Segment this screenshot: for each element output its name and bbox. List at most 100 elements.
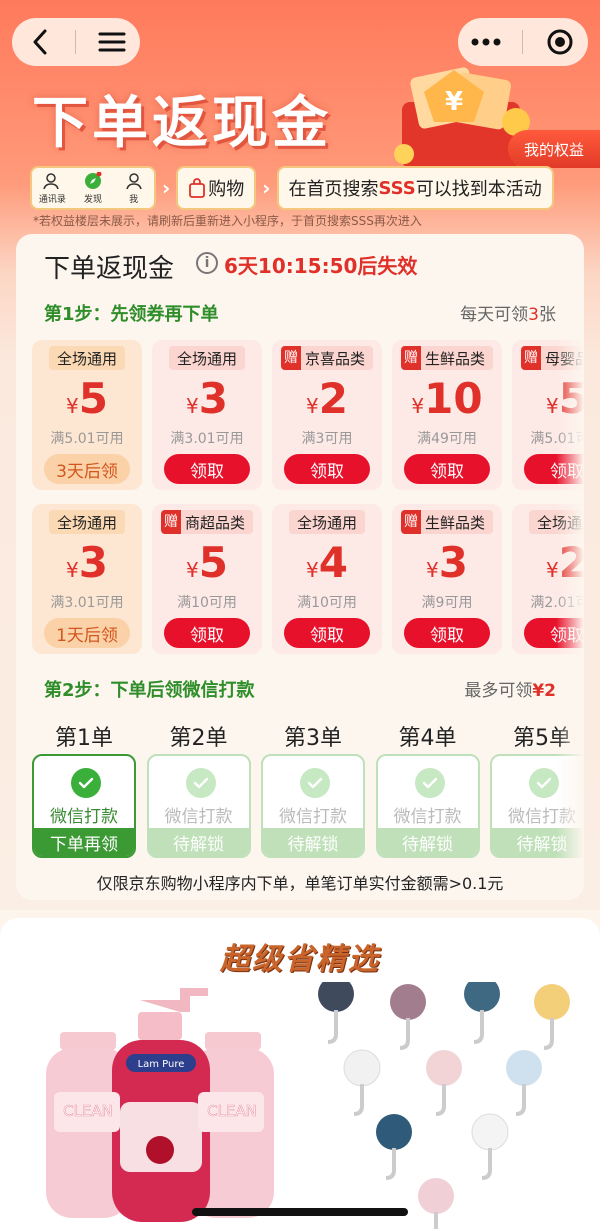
chevron-left-icon[interactable] bbox=[20, 22, 60, 62]
product-brand-left: CLEAN bbox=[63, 1102, 113, 1120]
claim-coupon-button[interactable]: 领取 bbox=[164, 454, 250, 484]
order-step: 第4单微信打款 待解锁 bbox=[375, 720, 480, 858]
more-dots-icon[interactable] bbox=[466, 22, 506, 62]
discover-tab: 发现 bbox=[73, 171, 114, 205]
wechat-pay-icon bbox=[71, 768, 101, 798]
coupon-condition: 满9可用 bbox=[421, 595, 473, 611]
step1-label: 第1步：先领券再下单 bbox=[44, 304, 219, 325]
coupon-value: 3 bbox=[198, 374, 228, 423]
coupon-condition: 满10可用 bbox=[177, 595, 237, 611]
currency-symbol: ¥ bbox=[306, 558, 319, 582]
wechat-payout-box[interactable]: 微信打款 待解锁 bbox=[261, 754, 365, 858]
payout-name: 微信打款 bbox=[50, 807, 118, 827]
coupon-category-tag: 赠京喜品类 bbox=[280, 346, 374, 370]
cashback-card: 下单返现金 i 6天10:15:50后失效 第1步：先领券再下单 每天可领3张 … bbox=[16, 234, 584, 900]
claim-coupon-button[interactable]: 3天后领 bbox=[44, 454, 130, 484]
hook-purple bbox=[390, 984, 426, 1050]
wechat-payout-box[interactable]: 微信打款 下单再领 bbox=[32, 754, 136, 858]
my-benefits-button[interactable]: 我的权益 bbox=[508, 130, 600, 168]
coupon-category: 全场通用 bbox=[56, 513, 118, 532]
coupon-category-tag: 全场通用 bbox=[48, 346, 126, 370]
gift-badge: 赠 bbox=[400, 346, 421, 370]
coupon-condition: 满3.01可用 bbox=[50, 595, 124, 611]
coupon-category: 生鲜品类 bbox=[424, 349, 486, 368]
person-icon bbox=[125, 172, 142, 189]
coupon-amount: ¥10 bbox=[392, 374, 502, 423]
wechat-payout-box[interactable]: 微信打款 待解锁 bbox=[375, 754, 480, 858]
hook-white-2 bbox=[471, 1113, 509, 1180]
coupon-card: 全场通用 ¥3 满3.01可用 1天后领 bbox=[32, 504, 142, 654]
currency-symbol: ¥ bbox=[66, 558, 79, 582]
gift-badge: 赠 bbox=[160, 510, 181, 534]
payout-status: 下单再领 bbox=[34, 828, 134, 856]
product-brand-center: Lam Pure bbox=[138, 1059, 185, 1070]
coupon-category: 全场通用 bbox=[56, 349, 118, 368]
gift-badge: 赠 bbox=[280, 346, 301, 370]
chevron-right-icon: › bbox=[262, 176, 271, 200]
hook-light-blue bbox=[506, 1050, 542, 1116]
order-number: 第4单 bbox=[398, 726, 457, 751]
coupon-category: 商超品类 bbox=[184, 513, 246, 532]
svg-text:¥: ¥ bbox=[445, 87, 463, 117]
target-close-icon[interactable] bbox=[540, 22, 580, 62]
coupon-category-tag: 赠生鲜品类 bbox=[400, 510, 494, 534]
order-step: 第1单微信打款 下单再领 bbox=[32, 720, 136, 858]
search-tip-suffix: 可以找到本活动 bbox=[415, 179, 542, 200]
order-number: 第1单 bbox=[55, 726, 113, 751]
contacts-tab: 通讯录 bbox=[32, 172, 73, 205]
coupon-amount: ¥3 bbox=[392, 538, 502, 587]
coupon-category-tag: 全场通用 bbox=[168, 346, 246, 370]
currency-symbol: ¥ bbox=[426, 558, 439, 582]
payout-name: 微信打款 bbox=[279, 807, 347, 827]
currency-symbol: ¥ bbox=[306, 394, 319, 418]
coupon-category: 京喜品类 bbox=[304, 349, 366, 368]
contacts-label: 通讯录 bbox=[38, 194, 66, 205]
coupon-row-2: 全场通用 ¥3 满3.01可用 1天后领赠商超品类 ¥5 满10可用 领取 全场通用 ¥4 满10… bbox=[32, 504, 584, 654]
wechat-pay-icon bbox=[185, 768, 216, 798]
me-tab: 我 bbox=[113, 172, 154, 205]
claim-coupon-button[interactable]: 领取 bbox=[404, 454, 490, 484]
payout-name: 微信打款 bbox=[164, 807, 233, 827]
order-steps: 第1单 微信打款 下单再领 第2单 微信打款 待解锁 第3单 微信打款 待解锁 第4单 微信打款 待解… bbox=[32, 720, 584, 860]
search-tip-keyword: SSS bbox=[378, 177, 416, 199]
currency-symbol: ¥ bbox=[186, 394, 199, 418]
info-icon[interactable]: i bbox=[196, 252, 218, 274]
search-tip-prefix: 在首页搜索 bbox=[288, 179, 379, 200]
gift-badge: 赠 bbox=[400, 510, 421, 534]
product-brand-right: CLEAN bbox=[207, 1102, 257, 1120]
claim-coupon-button[interactable]: 领取 bbox=[164, 618, 250, 648]
search-tip: 在首页搜索 SSS 可以找到本活动 bbox=[276, 166, 554, 210]
countdown-timer: 6天10:15:50后失效 bbox=[224, 254, 418, 278]
discover-label: 发现 bbox=[84, 194, 103, 205]
nav-left-capsule bbox=[12, 18, 140, 66]
coupon-row-1: 全场通用 ¥5 满5.01可用 3天后领 全场通用 ¥3 满3.01可用 领取赠京喜品类 ¥2 满… bbox=[32, 340, 584, 490]
hamburger-icon[interactable] bbox=[92, 22, 132, 62]
claim-coupon-button[interactable]: 领取 bbox=[284, 454, 370, 484]
order-number: 第3单 bbox=[284, 726, 342, 751]
hook-pink-2 bbox=[418, 1178, 454, 1229]
coupon-amount: ¥2 bbox=[272, 374, 382, 423]
nav-divider bbox=[75, 30, 77, 54]
wechat-payout-box[interactable]: 微信打款 待解锁 bbox=[146, 754, 251, 858]
claim-coupon-button[interactable]: 领取 bbox=[284, 618, 370, 648]
nav-divider bbox=[522, 30, 524, 54]
claim-coupon-button[interactable]: 领取 bbox=[404, 618, 490, 648]
payout-status: 待解锁 bbox=[377, 828, 478, 856]
section-title: 超级省精选 bbox=[220, 942, 380, 977]
coupon-category: 全场通用 bbox=[176, 349, 238, 368]
home-indicator bbox=[192, 1208, 408, 1216]
coupon-value: 5 bbox=[78, 374, 108, 423]
me-label: 我 bbox=[129, 194, 139, 205]
step1-limit-prefix: 每天可领 bbox=[460, 305, 529, 325]
step1-limit-count: 3 bbox=[528, 305, 539, 325]
coupon-card: 赠生鲜品类 ¥3 满9可用领取 bbox=[392, 504, 502, 654]
coupon-category: 全场通用 bbox=[296, 513, 358, 532]
coupon-value: 10 bbox=[424, 374, 483, 423]
claim-coupon-button[interactable]: 1天后领 bbox=[44, 618, 130, 648]
product-hooks-image[interactable] bbox=[306, 982, 586, 1229]
wechat-tab-illustration: 通讯录 发现 我 bbox=[30, 166, 156, 210]
shopping-step: 购物 bbox=[176, 166, 257, 210]
step2-limit: 最多可领¥2 bbox=[464, 676, 556, 701]
product-handwash-image[interactable]: CLEAN CLEAN Lam Pure bbox=[30, 982, 292, 1229]
order-step: 第2单 微信打款 待解锁 bbox=[146, 720, 251, 858]
